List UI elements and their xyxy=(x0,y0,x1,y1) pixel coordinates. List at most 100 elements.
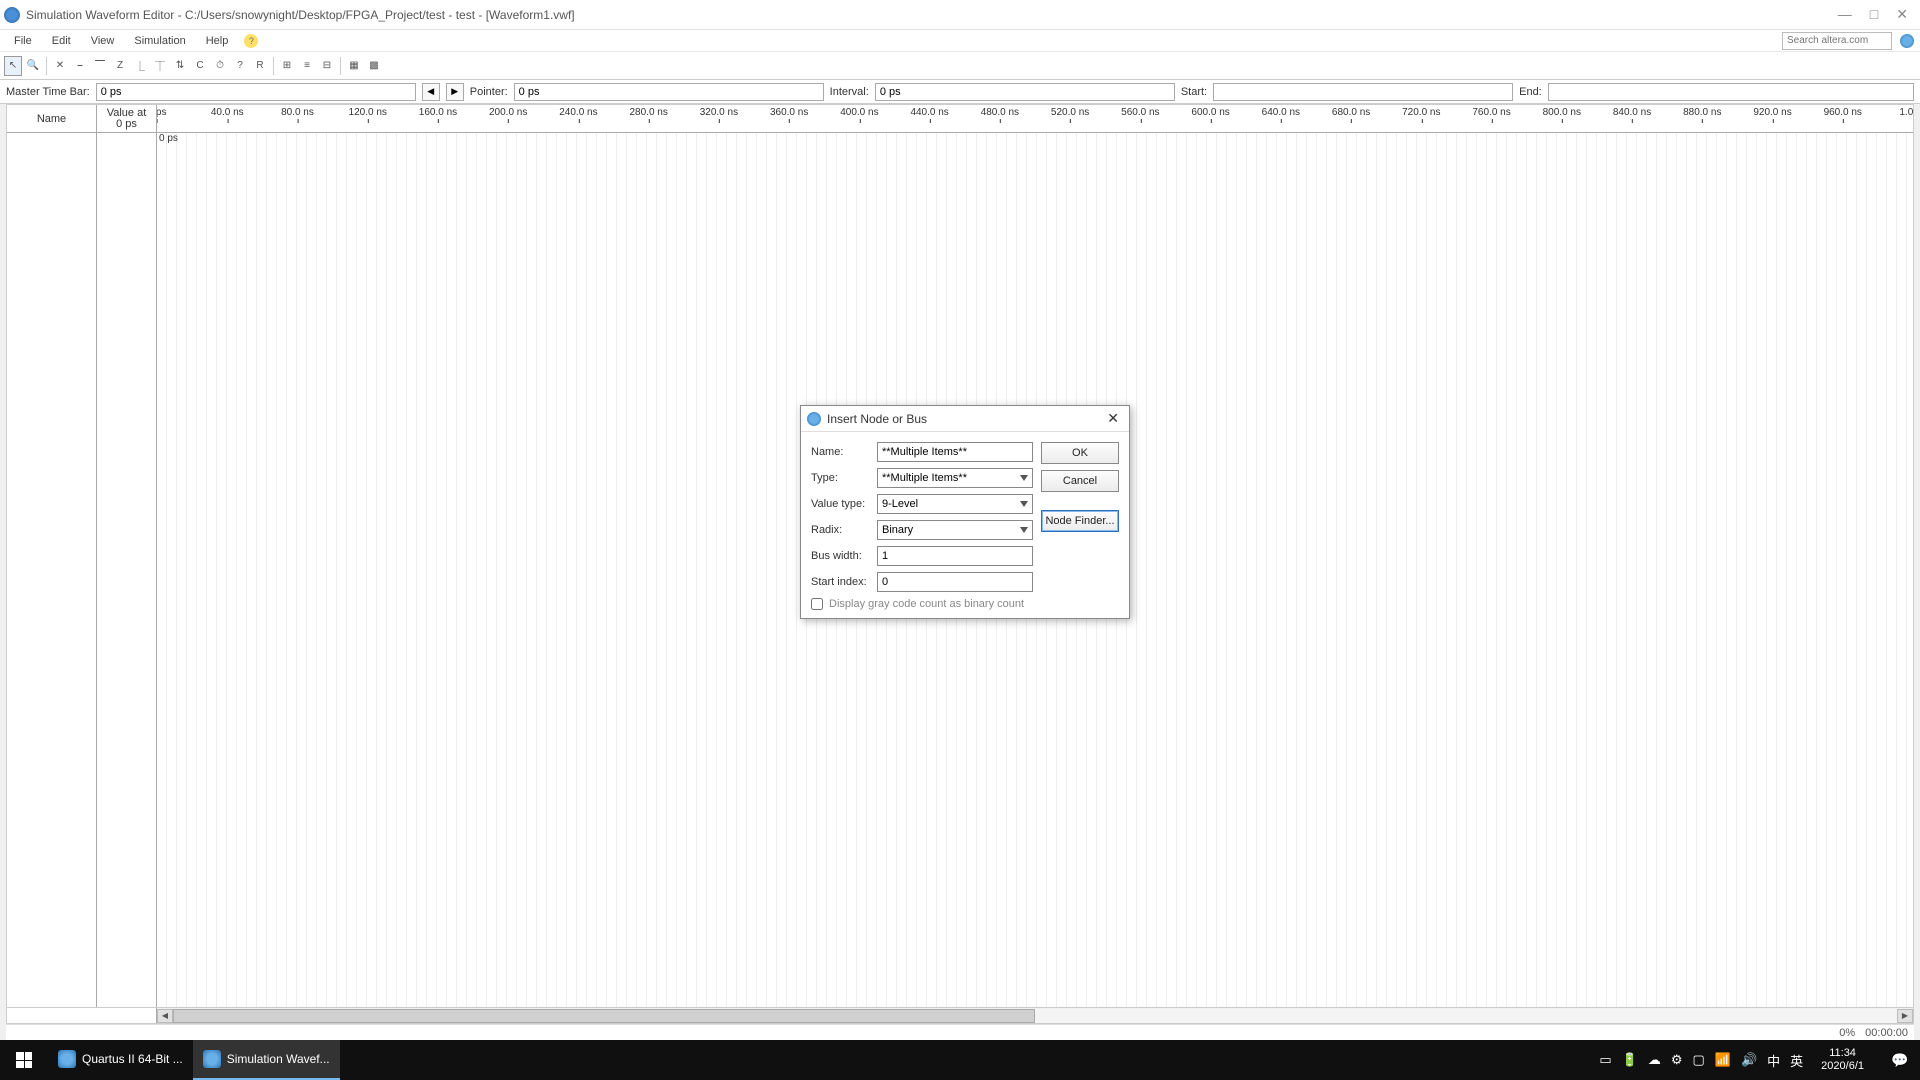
search-box[interactable] xyxy=(1782,32,1892,50)
timeline-tick: 200.0 ns xyxy=(489,107,527,118)
tray-battery-icon[interactable]: 🔋 xyxy=(1622,1052,1638,1068)
timeline-tick: 120.0 ns xyxy=(349,107,387,118)
valuetype-select[interactable]: 9-Level xyxy=(877,494,1033,514)
tool-clock[interactable]: ⏱ xyxy=(211,56,229,76)
dialog-close-button[interactable]: ✕ xyxy=(1103,410,1123,427)
statusbar: 0% 00:00:00 xyxy=(6,1024,1914,1040)
tool-selection[interactable]: ↖ xyxy=(4,56,22,76)
cancel-button[interactable]: Cancel xyxy=(1041,470,1119,492)
taskbar-quartus[interactable]: Quartus II 64-Bit ... xyxy=(48,1040,193,1080)
master-time-input[interactable] xyxy=(96,83,416,101)
close-button[interactable]: ✕ xyxy=(1896,6,1908,23)
timeline-tick: 920.0 ns xyxy=(1753,107,1791,118)
timeline-tick: 40.0 ns xyxy=(211,107,244,118)
tool-random[interactable]: R xyxy=(251,56,269,76)
radix-select[interactable]: Binary xyxy=(877,520,1033,540)
window-title: Simulation Waveform Editor - C:/Users/sn… xyxy=(26,8,1838,22)
app-icon xyxy=(4,7,20,23)
quartus-icon xyxy=(58,1050,76,1068)
scroll-right-button[interactable]: ▶ xyxy=(1897,1009,1913,1023)
timeline-tick: 1.0 us xyxy=(1899,107,1913,118)
master-time-label: Master Time Bar: xyxy=(6,86,90,98)
ime-lang-2[interactable]: 英 xyxy=(1790,1051,1803,1070)
tool-force-z[interactable]: Z xyxy=(111,56,129,76)
menu-edit[interactable]: Edit xyxy=(44,33,79,49)
tray-volume-icon[interactable]: 🔊 xyxy=(1741,1052,1757,1068)
start-label: Start: xyxy=(1181,86,1207,98)
timeline-tick: 600.0 ns xyxy=(1191,107,1229,118)
start-button[interactable] xyxy=(0,1040,48,1080)
ime-lang-1[interactable]: 中 xyxy=(1767,1051,1780,1070)
globe-icon[interactable] xyxy=(1900,34,1914,48)
tool-snap[interactable]: ⊞ xyxy=(278,56,296,76)
graycode-checkbox[interactable] xyxy=(811,598,823,610)
signal-name-column[interactable] xyxy=(7,133,97,1007)
timeline-tick: 880.0 ns xyxy=(1683,107,1721,118)
tool-zoom[interactable]: 🔍 xyxy=(24,56,42,76)
startindex-label: Start index: xyxy=(811,576,877,588)
menu-simulation[interactable]: Simulation xyxy=(126,33,193,49)
startindex-input[interactable] xyxy=(877,572,1033,592)
end-input[interactable] xyxy=(1548,83,1914,101)
insert-node-dialog: Insert Node or Bus ✕ Name: Type: **Multi… xyxy=(800,405,1130,619)
timeline-tick: 840.0 ns xyxy=(1613,107,1651,118)
tray-overflow-icon[interactable]: ▭ xyxy=(1599,1052,1611,1068)
tool-run-functional[interactable]: ▦ xyxy=(345,56,363,76)
timeline-tick: 720.0 ns xyxy=(1402,107,1440,118)
horizontal-scrollbar[interactable]: ◀ ▶ xyxy=(7,1007,1913,1023)
pointer-input[interactable] xyxy=(514,83,824,101)
buswidth-input[interactable] xyxy=(877,546,1033,566)
menu-help[interactable]: Help xyxy=(198,33,237,49)
tool-force-weak-low[interactable]: ⎿ xyxy=(131,56,149,76)
node-finder-button[interactable]: Node Finder... xyxy=(1041,510,1119,532)
status-percent: 0% xyxy=(1839,1027,1855,1039)
search-input[interactable] xyxy=(1787,35,1872,46)
timeline-tick: 760.0 ns xyxy=(1472,107,1510,118)
radix-label: Radix: xyxy=(811,524,877,536)
type-select[interactable]: **Multiple Items** xyxy=(877,468,1033,488)
status-time: 00:00:00 xyxy=(1865,1027,1908,1039)
interval-input[interactable] xyxy=(875,83,1175,101)
tray-screen-icon[interactable]: ▢ xyxy=(1692,1052,1704,1068)
tool-force-low[interactable]: ⎯ xyxy=(71,56,89,76)
tray-network-icon[interactable]: ⚙ xyxy=(1671,1052,1683,1068)
tool-force-unknown[interactable]: ✕ xyxy=(51,56,69,76)
titlebar: Simulation Waveform Editor - C:/Users/sn… xyxy=(0,0,1920,30)
master-next-button[interactable]: ▶ xyxy=(446,83,464,101)
windows-logo-icon xyxy=(16,1052,32,1068)
scroll-thumb[interactable] xyxy=(173,1009,1035,1023)
tool-sort[interactable]: ≡ xyxy=(298,56,316,76)
pointer-label: Pointer: xyxy=(470,86,508,98)
waveform-icon xyxy=(203,1050,221,1068)
start-input[interactable] xyxy=(1213,83,1513,101)
maximize-button[interactable]: □ xyxy=(1870,6,1878,23)
tray-wifi-icon[interactable]: 📶 xyxy=(1715,1052,1731,1068)
interval-label: Interval: xyxy=(830,86,869,98)
tool-group[interactable]: ⊟ xyxy=(318,56,336,76)
menu-view[interactable]: View xyxy=(83,33,123,49)
type-label: Type: xyxy=(811,472,877,484)
taskbar-waveform[interactable]: Simulation Wavef... xyxy=(193,1040,340,1080)
tool-force-weak-high[interactable]: ⏉ xyxy=(151,56,169,76)
tray-onedrive-icon[interactable]: ☁ xyxy=(1648,1052,1661,1068)
tool-arbitrary[interactable]: ? xyxy=(231,56,249,76)
tool-run-timing[interactable]: ▩ xyxy=(365,56,383,76)
tool-invert[interactable]: ⇅ xyxy=(171,56,189,76)
scroll-left-button[interactable]: ◀ xyxy=(157,1009,173,1023)
master-prev-button[interactable]: ◀ xyxy=(422,83,440,101)
menubar: File Edit View Simulation Help ? xyxy=(0,30,1920,52)
timeline-tick: 0 ps xyxy=(157,107,166,118)
ok-button[interactable]: OK xyxy=(1041,442,1119,464)
signal-value-column xyxy=(97,133,157,1007)
help-icon[interactable]: ? xyxy=(244,34,258,48)
menu-file[interactable]: File xyxy=(6,33,40,49)
minimize-button[interactable]: — xyxy=(1838,6,1852,23)
tool-count[interactable]: C xyxy=(191,56,209,76)
notification-center-icon[interactable]: 💬 xyxy=(1880,1040,1920,1080)
zero-marker: 0 ps xyxy=(159,133,178,144)
tool-force-high[interactable]: ⎺ xyxy=(91,56,109,76)
taskbar-clock[interactable]: 11:34 2020/6/1 xyxy=(1813,1047,1872,1073)
end-label: End: xyxy=(1519,86,1542,98)
name-input[interactable] xyxy=(877,442,1033,462)
timeline-tick: 80.0 ns xyxy=(281,107,314,118)
